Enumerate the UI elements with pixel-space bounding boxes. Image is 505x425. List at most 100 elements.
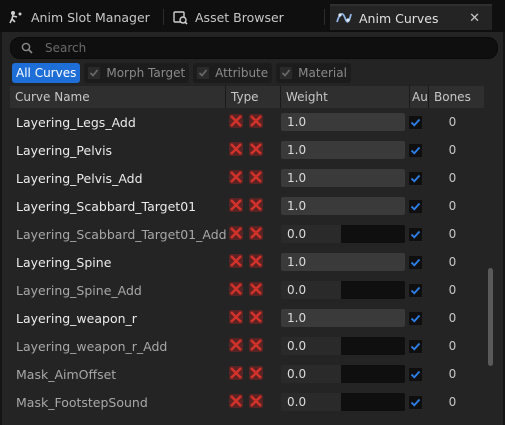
morph-target-type-icon[interactable] — [227, 224, 247, 245]
material-type-icon[interactable] — [247, 112, 267, 133]
table-row[interactable]: Layering_Legs_Add 1.0 0 — [10, 108, 484, 136]
tab-asset-browser[interactable]: Asset Browser — [172, 4, 284, 30]
auto-checkbox[interactable] — [409, 339, 422, 353]
material-type-icon[interactable] — [247, 252, 267, 273]
curve-type-icon — [229, 281, 243, 296]
curve-type[interactable] — [226, 168, 281, 189]
search-input[interactable] — [43, 40, 447, 56]
bones-count: 0 — [448, 171, 457, 185]
auto-checkbox[interactable] — [409, 143, 422, 157]
weight-value: 1.0 — [287, 171, 307, 185]
curve-type[interactable] — [226, 252, 281, 273]
curve-name: Layering_Pelvis_Add — [16, 170, 143, 186]
curve-type-icon — [249, 253, 263, 268]
morph-target-type-icon[interactable] — [227, 280, 247, 301]
close-icon[interactable]: ✕ — [469, 11, 480, 26]
table-row[interactable]: Layering_weapon_r 1.0 0 — [10, 304, 484, 332]
bones-count: 0 — [448, 311, 457, 325]
table-row[interactable]: Layering_weapon_r_Add 0.0 0 — [10, 332, 484, 360]
weight-slider[interactable]: 1.0 — [281, 113, 405, 131]
table-row[interactable]: Layering_Spine 1.0 0 — [10, 248, 484, 276]
column-curve-name[interactable]: Curve Name — [10, 86, 226, 108]
table-row[interactable]: Layering_Scabbard_Target01_Add 0.0 0 — [10, 220, 484, 248]
weight-cell: 1.0 — [281, 141, 406, 159]
auto-checkbox[interactable] — [409, 199, 422, 213]
curve-type[interactable] — [226, 196, 281, 217]
tab-anim-curves[interactable]: Anim Curves ✕ — [330, 4, 492, 30]
auto-checkbox[interactable] — [409, 367, 422, 381]
tab-anim-slot-manager[interactable]: Anim Slot Manager — [8, 4, 150, 30]
weight-slider[interactable]: 1.0 — [281, 141, 405, 159]
curve-type[interactable] — [226, 336, 281, 357]
anim-curves-icon — [336, 10, 352, 26]
table-row[interactable]: Layering_Scabbard_Target01 1.0 0 — [10, 192, 484, 220]
material-type-icon[interactable] — [247, 364, 267, 385]
table-row[interactable]: Mask_AimOffset 0.0 0 — [10, 360, 484, 388]
morph-target-type-icon[interactable] — [227, 196, 247, 217]
weight-slider[interactable]: 1.0 — [281, 197, 405, 215]
weight-slider[interactable]: 1.0 — [281, 253, 405, 271]
weight-value: 1.0 — [287, 115, 307, 129]
auto-checkbox[interactable] — [409, 171, 422, 185]
auto-checkbox[interactable] — [409, 227, 422, 241]
checkbox-icon[interactable] — [88, 67, 101, 79]
morph-target-type-icon[interactable] — [227, 336, 247, 357]
weight-value: 1.0 — [287, 199, 307, 213]
weight-slider[interactable]: 0.0 — [281, 281, 405, 299]
column-auto[interactable]: Au — [410, 86, 429, 108]
auto-cell — [406, 143, 425, 157]
scrollbar-thumb[interactable] — [488, 268, 493, 366]
checkbox-icon[interactable] — [280, 67, 293, 79]
morph-target-type-icon[interactable] — [227, 252, 247, 273]
filter-attribute[interactable]: Attribute — [193, 63, 273, 83]
morph-target-type-icon[interactable] — [227, 140, 247, 161]
filter-all-curves[interactable]: All Curves — [12, 63, 81, 83]
weight-slider[interactable]: 1.0 — [281, 309, 405, 327]
material-type-icon[interactable] — [247, 196, 267, 217]
curve-type[interactable] — [226, 112, 281, 133]
column-type[interactable]: Type — [226, 86, 281, 108]
curve-type[interactable] — [226, 280, 281, 301]
material-type-icon[interactable] — [247, 308, 267, 329]
morph-target-type-icon[interactable] — [227, 168, 247, 189]
weight-value: 1.0 — [287, 311, 307, 325]
material-type-icon[interactable] — [247, 168, 267, 189]
table-row[interactable]: Mask_FootstepSound 0.0 0 — [10, 388, 484, 416]
morph-target-type-icon[interactable] — [227, 392, 247, 413]
weight-slider[interactable]: 0.0 — [281, 393, 405, 411]
auto-checkbox[interactable] — [409, 115, 422, 129]
weight-slider[interactable]: 1.0 — [281, 169, 405, 187]
filter-morph-target[interactable]: Morph Target — [84, 63, 190, 83]
auto-checkbox[interactable] — [409, 395, 422, 409]
checkbox-icon[interactable] — [197, 67, 210, 79]
curve-type[interactable] — [226, 392, 281, 413]
column-weight[interactable]: Weight — [281, 86, 410, 108]
weight-slider[interactable]: 0.0 — [281, 365, 405, 383]
table-row[interactable]: Layering_Pelvis 1.0 0 — [10, 136, 484, 164]
search-box[interactable] — [10, 37, 498, 59]
material-type-icon[interactable] — [247, 280, 267, 301]
column-bones[interactable]: Bones — [429, 86, 484, 108]
bones-count: 0 — [448, 395, 457, 409]
auto-checkbox[interactable] — [409, 283, 422, 297]
material-type-icon[interactable] — [247, 336, 267, 357]
material-type-icon[interactable] — [247, 140, 267, 161]
material-type-icon[interactable] — [247, 392, 267, 413]
morph-target-type-icon[interactable] — [227, 308, 247, 329]
curve-type[interactable] — [226, 308, 281, 329]
morph-target-type-icon[interactable] — [227, 112, 247, 133]
curve-type-icon — [249, 309, 263, 324]
auto-checkbox[interactable] — [409, 311, 422, 325]
weight-slider[interactable]: 0.0 — [281, 225, 405, 243]
table-row[interactable]: Layering_Spine_Add 0.0 0 — [10, 276, 484, 304]
material-type-icon[interactable] — [247, 224, 267, 245]
curve-type[interactable] — [226, 364, 281, 385]
filter-material[interactable]: Material — [276, 63, 351, 83]
morph-target-type-icon[interactable] — [227, 364, 247, 385]
curve-type[interactable] — [226, 140, 281, 161]
curve-type[interactable] — [226, 224, 281, 245]
weight-slider[interactable]: 0.0 — [281, 337, 405, 355]
table-row[interactable]: Layering_Pelvis_Add 1.0 0 — [10, 164, 484, 192]
auto-checkbox[interactable] — [409, 255, 422, 269]
curve-type-icon — [229, 113, 243, 128]
